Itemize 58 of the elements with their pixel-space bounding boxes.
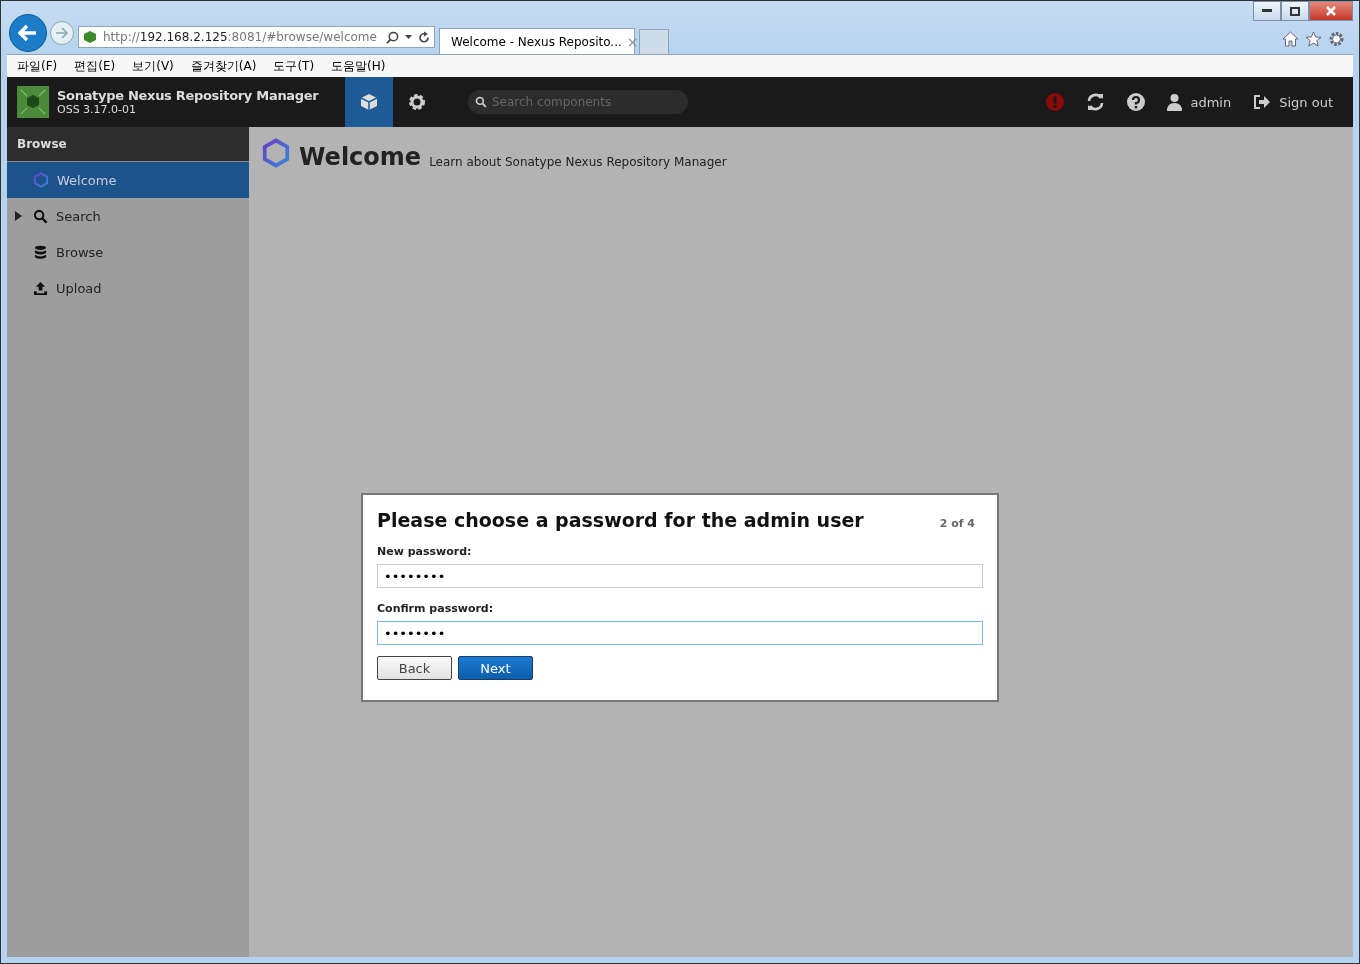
refresh-icon[interactable] [418,30,430,44]
arrow-right-icon [55,27,69,39]
cube-icon [83,30,97,44]
next-button[interactable]: Next [458,656,533,680]
sidebar-item[interactable]: Browse [7,234,249,270]
close-button[interactable] [1309,1,1353,21]
back-button[interactable] [9,14,47,52]
field-label: Confirm password: [377,602,495,615]
caret-icon[interactable] [405,35,412,39]
minimize-icon [1262,9,1272,13]
mode-button[interactable] [345,77,393,127]
minimize-button[interactable] [1253,1,1281,21]
sidebar-title: Browse [7,127,249,162]
address-bar[interactable]: http://192.168.2.125:8081/#browse/welcome [78,26,435,48]
password-field[interactable]: •••••••• [377,564,983,588]
upload-icon [33,280,48,296]
search-icon[interactable] [386,30,399,44]
hexagon-icon [261,137,291,169]
dialog-title: Please choose a password for the admin user [377,509,864,531]
settings-icon[interactable] [1328,31,1345,47]
url-text: http://192.168.2.125:8081/#browse/welcome [103,30,378,44]
sidebar-item[interactable]: Upload [7,270,249,306]
sign-out-icon [1253,94,1272,110]
sidebar-item[interactable]: Search [7,198,249,234]
arrow-left-icon [18,24,38,42]
maximize-icon [1290,6,1300,16]
search-field[interactable]: Search components [468,90,688,114]
cube-icon [359,92,379,112]
menu-item[interactable]: 도움말(H) [331,57,386,75]
password-field[interactable]: •••••••• [377,621,983,645]
step-counter: 2 of 4 [939,517,976,530]
sidebar-item[interactable]: Welcome [7,162,249,198]
refresh-icon[interactable] [1086,93,1106,111]
home-icon[interactable] [1282,31,1299,47]
close-icon [1325,6,1337,16]
expand-arrow-icon[interactable] [15,211,22,221]
help-icon[interactable] [1127,93,1146,111]
menu-item[interactable]: 보기(V) [132,57,174,75]
star-icon[interactable] [1305,31,1322,47]
database-icon [33,244,48,260]
maximize-button[interactable] [1281,1,1309,21]
field-label: New password: [377,545,473,558]
menu-item[interactable]: 즐겨찾기(A) [190,57,257,75]
version-label: OSS 3.17.0-01 [57,103,138,116]
menu-item[interactable]: 편집(E) [74,57,116,75]
hexagon-icon [33,172,49,188]
menu-item[interactable]: 도구(T) [273,57,315,75]
page-title: Welcome [299,145,422,169]
menu-item[interactable]: 파일(F) [17,57,58,75]
settings-icon [407,92,427,112]
sign-out-link[interactable]: Sign out [1253,94,1333,110]
back-button[interactable]: Back [377,656,452,680]
tab-title: Welcome - Nexus Reposito... [451,34,622,49]
user-link[interactable]: admin [1167,93,1232,111]
search-icon [33,208,48,224]
app-title: Sonatype Nexus Repository Manager [57,88,320,103]
user-icon [1167,93,1183,111]
page-subtitle: Learn about Sonatype Nexus Repository Manager [429,155,727,169]
